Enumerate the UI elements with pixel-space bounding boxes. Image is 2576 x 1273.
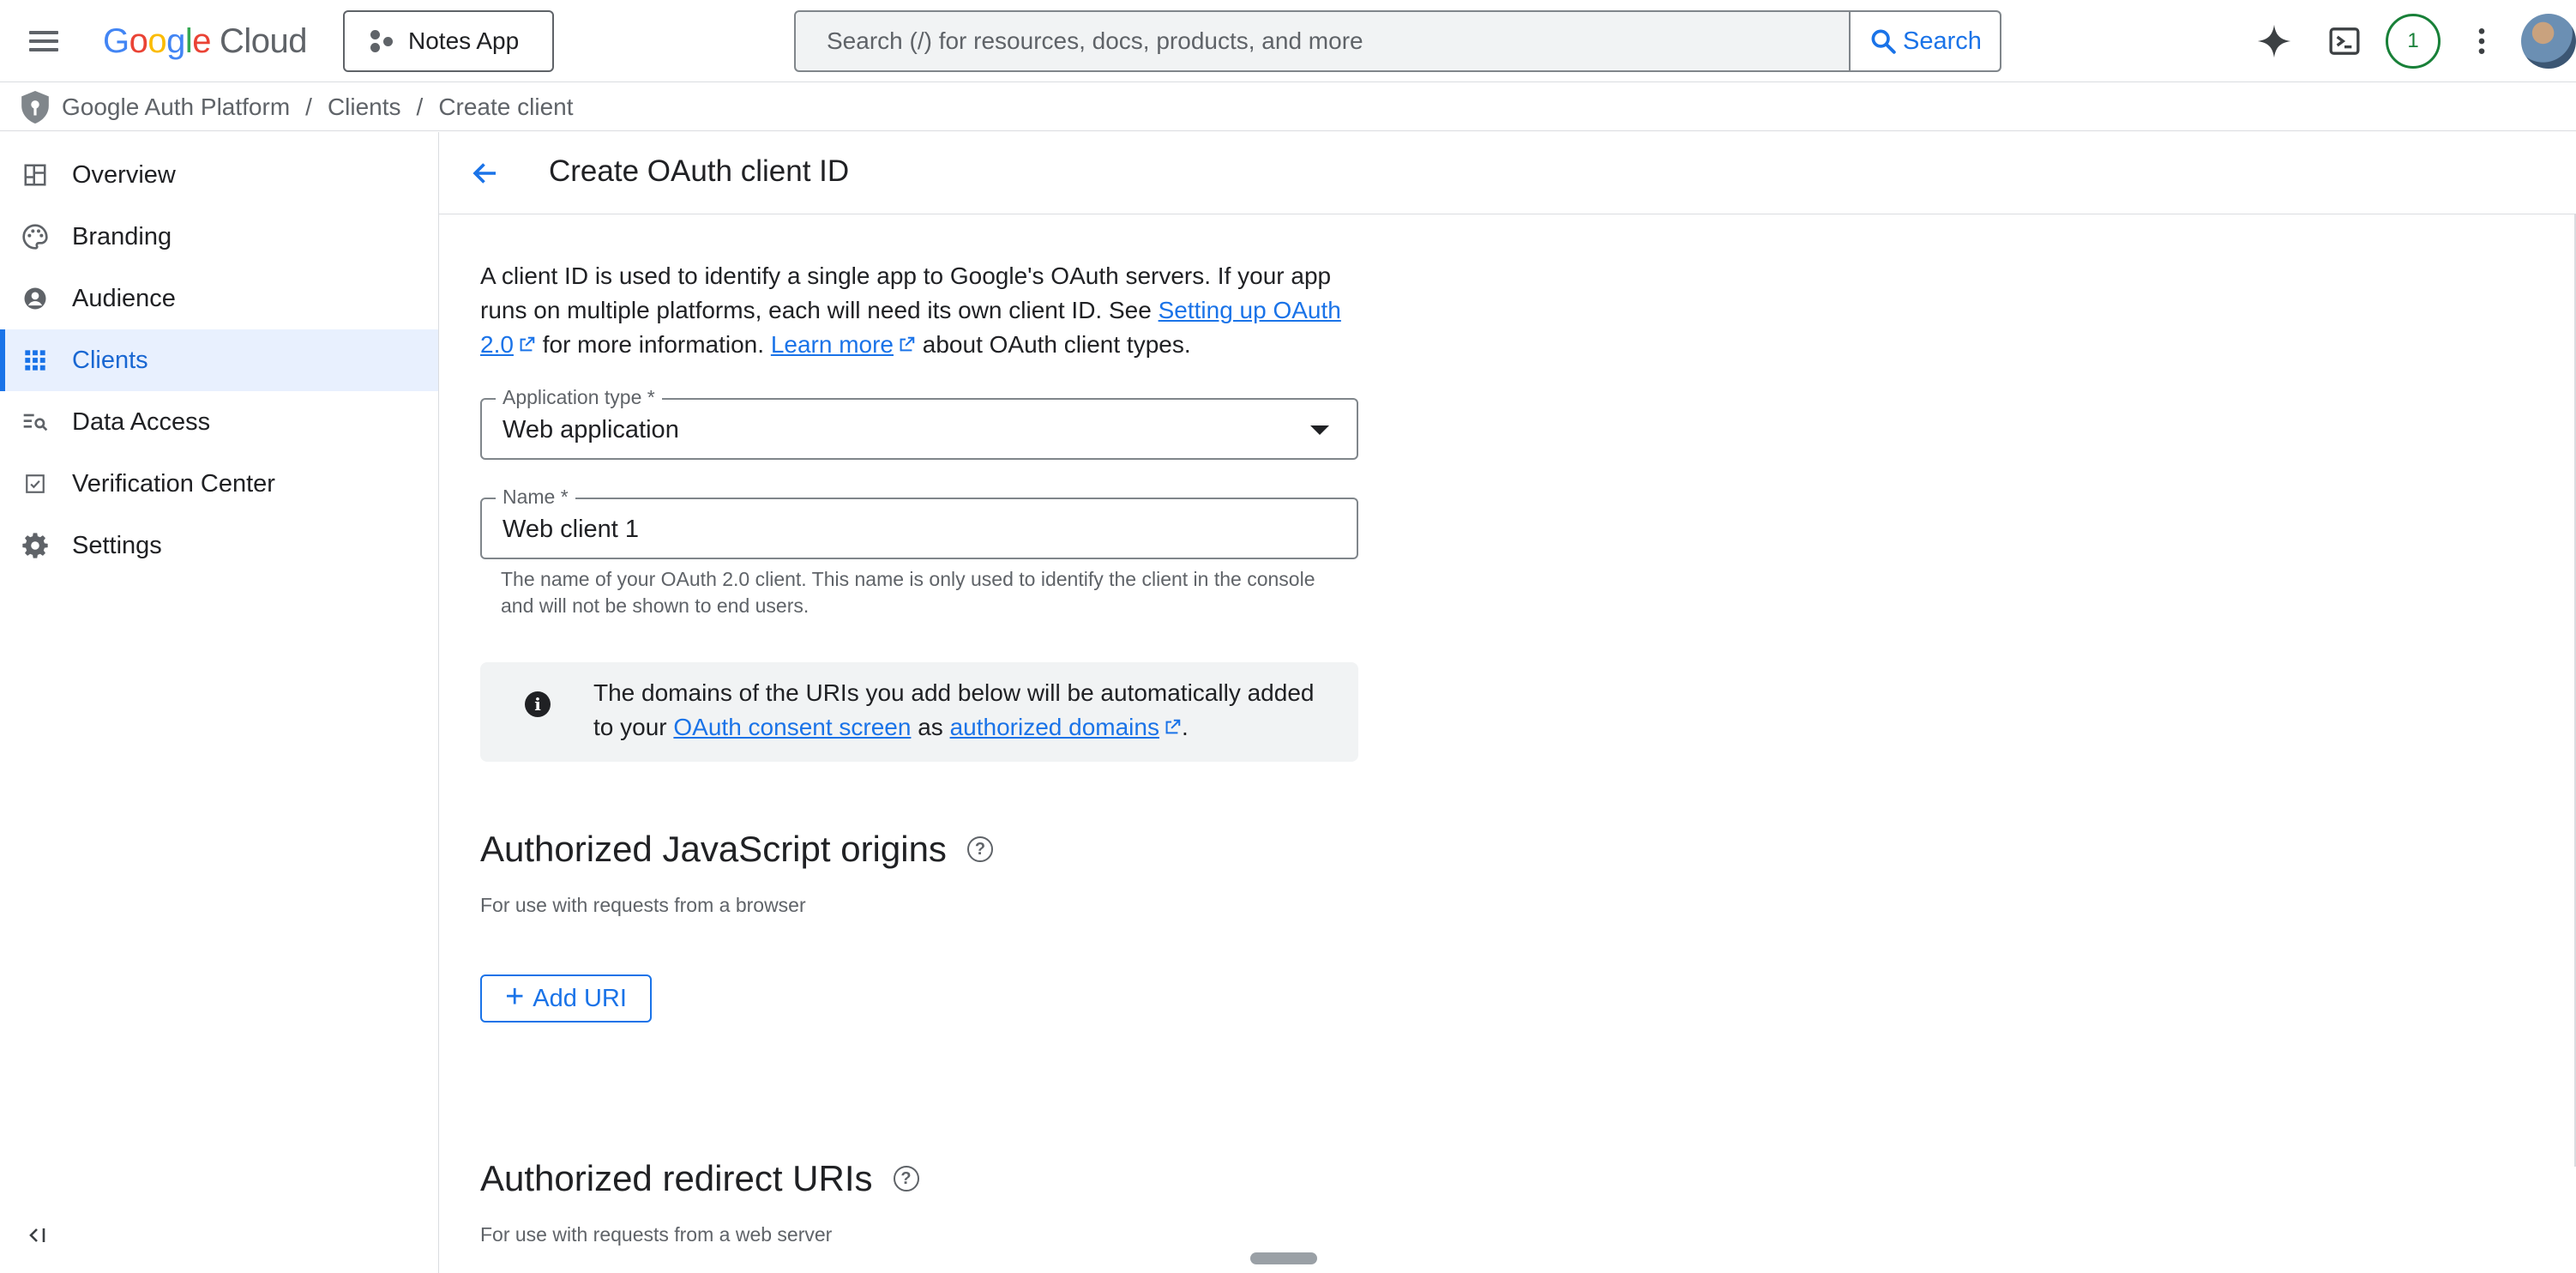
- sidebar-item-label: Clients: [72, 346, 148, 374]
- external-link-icon: [520, 336, 535, 352]
- sidebar-item-settings[interactable]: Settings: [0, 515, 438, 576]
- sidebar-item-label: Verification Center: [72, 469, 275, 498]
- breadcrumb: Google Auth Platform / Clients / Create …: [0, 83, 2576, 131]
- breadcrumb-item-clients[interactable]: Clients: [328, 94, 401, 121]
- gear-icon: [21, 531, 50, 560]
- name-helper-text: The name of your OAuth 2.0 client. This …: [501, 568, 1315, 617]
- manage-search-icon: [21, 407, 50, 437]
- top-app-bar: Google Cloud Notes App Search 1: [0, 0, 2576, 82]
- intro-text-part: for more information.: [535, 331, 771, 358]
- dropdown-arrow-icon: [1310, 425, 1329, 435]
- project-label: Notes App: [408, 27, 520, 54]
- dashboard-icon: [21, 160, 50, 190]
- palette-icon: [21, 222, 50, 251]
- info-text-part: .: [1181, 714, 1189, 740]
- application-type-label: Application type *: [496, 386, 662, 409]
- name-value: Web client 1: [503, 516, 640, 543]
- sidebar-item-label: Audience: [72, 284, 176, 312]
- sidebar-item-verification-center[interactable]: Verification Center: [0, 453, 438, 515]
- collapse-sidebar-icon[interactable]: [21, 1218, 55, 1252]
- search-button[interactable]: Search: [1849, 12, 2000, 70]
- application-type-select[interactable]: Application type * Web application: [480, 386, 1358, 460]
- shield-icon: [21, 90, 49, 124]
- cloud-shell-icon[interactable]: [2324, 21, 2365, 62]
- more-vert-icon[interactable]: [2461, 21, 2502, 62]
- js-origins-subtitle: For use with requests from a browser: [480, 894, 806, 916]
- search-icon: [1871, 29, 1896, 54]
- oauth-consent-screen-link[interactable]: OAuth consent screen: [673, 714, 911, 740]
- checklist-icon: [21, 469, 50, 498]
- account-circle-icon: [21, 284, 50, 313]
- sidebar-item-overview[interactable]: Overview: [0, 144, 438, 206]
- info-text-part: as: [911, 714, 950, 740]
- breadcrumb-item-auth-platform[interactable]: Google Auth Platform: [62, 94, 290, 121]
- sidebar-item-clients[interactable]: Clients: [0, 329, 438, 391]
- info-banner: i The domains of the URIs you add below …: [480, 662, 1358, 762]
- info-text: The domains of the URIs you add below wi…: [593, 676, 1331, 745]
- add-uri-button[interactable]: + Add URI: [480, 974, 652, 1023]
- sidebar-item-branding[interactable]: Branding: [0, 206, 438, 268]
- learn-more-link[interactable]: Learn more: [771, 331, 894, 358]
- js-origins-heading: Authorized JavaScript origins ?: [480, 829, 993, 870]
- application-type-value: Web application: [503, 416, 679, 443]
- project-picker-button[interactable]: Notes App: [343, 10, 554, 72]
- apps-grid-icon: [21, 346, 50, 375]
- resize-handle[interactable]: [1250, 1252, 1317, 1264]
- search-bar: Search: [794, 10, 2001, 72]
- sidebar-item-label: Settings: [72, 531, 162, 559]
- js-origins-title: Authorized JavaScript origins: [480, 829, 947, 869]
- redirect-uris-heading: Authorized redirect URIs ?: [480, 1158, 919, 1199]
- project-icon: [369, 28, 394, 54]
- notification-badge[interactable]: 1: [2386, 14, 2441, 69]
- menu-icon[interactable]: [26, 24, 60, 58]
- sidebar-item-label: Overview: [72, 160, 176, 189]
- add-uri-label: Add URI: [533, 984, 627, 1012]
- breadcrumb-separator: /: [416, 93, 424, 120]
- redirect-uris-subtitle: For use with requests from a web server: [480, 1223, 833, 1246]
- authorized-domains-link[interactable]: authorized domains: [950, 714, 1159, 740]
- intro-text-part: about OAuth client types.: [916, 331, 1191, 358]
- breadcrumb-item-current: Create client: [438, 93, 574, 120]
- logo-cloud: Cloud: [220, 21, 308, 60]
- external-link-icon: [1165, 719, 1181, 734]
- redirect-uris-title: Authorized redirect URIs: [480, 1158, 873, 1198]
- name-field[interactable]: Name * Web client 1: [480, 486, 1358, 559]
- info-icon: i: [525, 691, 551, 717]
- plus-icon: +: [505, 979, 525, 1015]
- breadcrumb-separator: /: [305, 93, 312, 120]
- google-cloud-logo[interactable]: Google Cloud: [103, 21, 308, 62]
- main-content: Create OAuth client ID A client ID is us…: [439, 132, 2576, 1273]
- sidebar-item-label: Data Access: [72, 407, 211, 436]
- avatar[interactable]: [2521, 14, 2576, 69]
- search-button-label: Search: [1903, 27, 1982, 55]
- page-header: Create OAuth client ID: [439, 132, 2576, 214]
- gemini-sparkle-icon[interactable]: [2254, 21, 2295, 62]
- sidebar-item-audience[interactable]: Audience: [0, 268, 438, 329]
- sidebar-item-data-access[interactable]: Data Access: [0, 391, 438, 453]
- intro-text: A client ID is used to identify a single…: [480, 259, 1346, 362]
- sidebar: Overview Branding Audience Clients Data …: [0, 132, 439, 1273]
- sidebar-item-label: Branding: [72, 222, 172, 250]
- search-input[interactable]: [796, 12, 1849, 70]
- name-label: Name *: [496, 486, 575, 509]
- external-link-icon: [900, 336, 915, 352]
- page-title: Create OAuth client ID: [549, 154, 850, 188]
- back-arrow-icon[interactable]: [466, 154, 504, 192]
- logo-google: Google: [103, 21, 212, 60]
- help-icon[interactable]: ?: [893, 1166, 919, 1192]
- help-icon[interactable]: ?: [966, 836, 993, 862]
